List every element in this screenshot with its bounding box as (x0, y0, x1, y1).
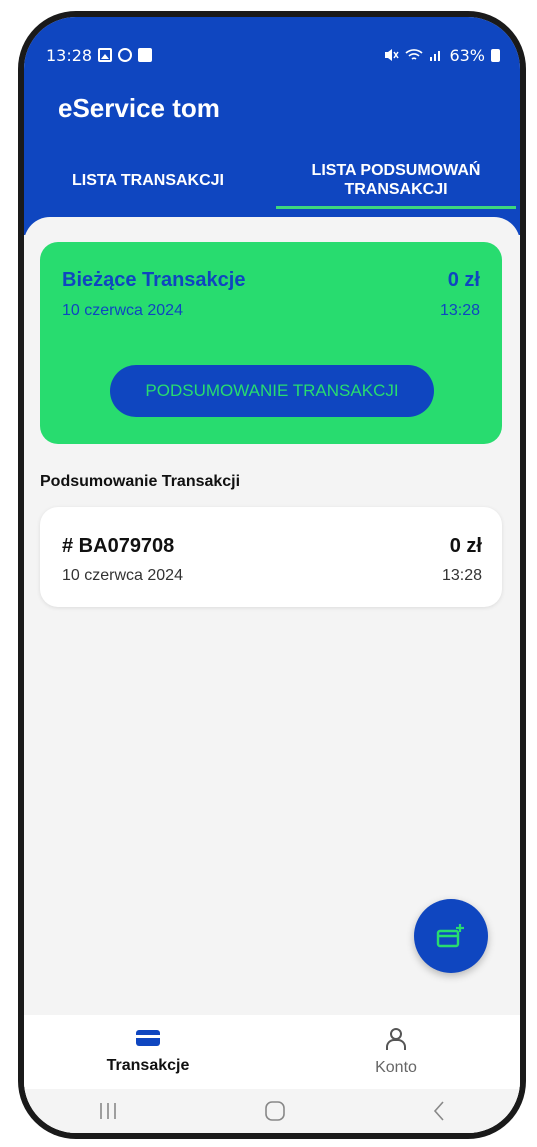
back-icon[interactable] (431, 1100, 447, 1122)
system-navigation-bar (24, 1089, 520, 1133)
status-left: 13:28 (46, 45, 153, 65)
status-time: 13:28 (46, 45, 93, 65)
battery-percent: 63% (449, 45, 485, 65)
summary-time: 13:28 (441, 567, 482, 584)
summary-amount: 0 zł (449, 535, 482, 557)
transaction-summary-button[interactable]: PODSUMOWANIE TRANSAKCJI (110, 365, 434, 417)
main-content: Bieżące Transakcje 0 zł 10 czerwca 2024 … (24, 217, 520, 1133)
app-header: 13:28 63% eService tom LISTA TRANSAKCJI (24, 17, 520, 235)
tab-summary-list[interactable]: LISTA PODSUMOWAŃ TRANSAKCJI (272, 155, 520, 209)
current-transactions-card: Bieżące Transakcje 0 zł 10 czerwca 2024 … (40, 242, 502, 444)
checkbox-notification-icon (138, 48, 153, 62)
add-card-icon (436, 924, 464, 948)
current-time: 13:28 (439, 302, 480, 319)
home-icon[interactable] (264, 1100, 286, 1122)
bottom-navigation: Transakcje Konto (24, 1015, 520, 1089)
tab-bar: LISTA TRANSAKCJI LISTA PODSUMOWAŃ TRANSA… (24, 155, 520, 209)
nav-transactions[interactable]: Transakcje (24, 1015, 272, 1089)
screen: 13:28 63% eService tom LISTA TRANSAKCJI (24, 17, 520, 1133)
add-card-button[interactable] (414, 899, 488, 973)
status-right: 63% (383, 46, 500, 65)
tab-label: LISTA PODSUMOWAŃ TRANSAKCJI (311, 162, 481, 198)
gallery-notification-icon (98, 48, 113, 62)
person-icon (386, 1028, 406, 1050)
current-date: 10 czerwca 2024 (62, 302, 183, 319)
card-icon (136, 1030, 160, 1046)
battery-icon (491, 48, 500, 62)
section-title: Podsumowanie Transakcji (40, 473, 241, 490)
current-amount: 0 zł (447, 269, 480, 291)
status-bar: 13:28 63% (46, 43, 500, 67)
signal-icon (430, 51, 441, 61)
app-title: eService tom (58, 93, 220, 123)
summary-date: 10 czerwca 2024 (62, 567, 183, 584)
tab-transaction-list[interactable]: LISTA TRANSAKCJI (24, 155, 272, 205)
mute-icon (385, 49, 400, 61)
sync-notification-icon (118, 48, 133, 62)
nav-account[interactable]: Konto (272, 1015, 520, 1089)
tab-label: LISTA TRANSAKCJI (72, 171, 224, 189)
summary-list-item[interactable]: # BA079708 0 zł 10 czerwca 2024 13:28 (40, 507, 502, 607)
wifi-icon (405, 49, 423, 60)
current-title: Bieżące Transakcje (62, 269, 246, 291)
phone-frame: 13:28 63% eService tom LISTA TRANSAKCJI (18, 11, 526, 1139)
nav-label: Transakcje (106, 1057, 190, 1074)
summary-id: # BA079708 (62, 535, 175, 557)
nav-label: Konto (375, 1059, 417, 1076)
recents-icon[interactable] (97, 1101, 119, 1121)
